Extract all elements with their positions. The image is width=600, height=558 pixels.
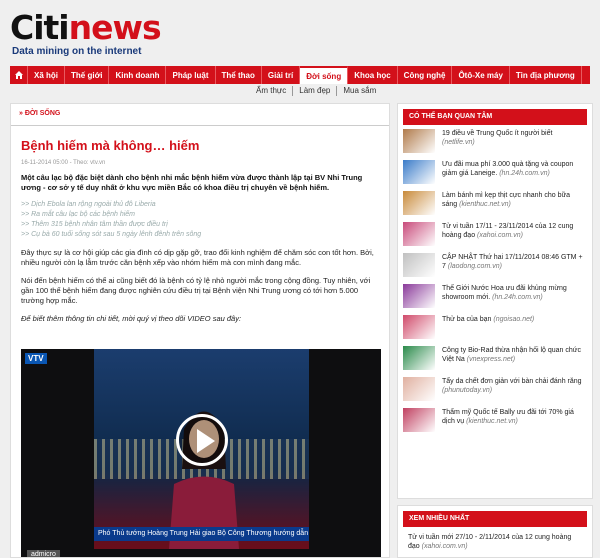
sidebar-item[interactable]: Thử ba của bạn (ngoisao.net): [403, 315, 587, 346]
sidebar-thumbnail[interactable]: [403, 222, 435, 246]
sidebar-item-text[interactable]: Thế Giới Nước Hoa ưu đãi khủng mừng show…: [442, 284, 587, 315]
sidebar-interest: CÓ THỂ BẠN QUAN TÂM 19 điều về Trung Quố…: [397, 103, 593, 499]
sidebar-item-source: (hn.24h.com.vn): [492, 294, 543, 301]
article-paragraph-1: Đây thực sự là cơ hội giúp các gia đình …: [21, 248, 374, 267]
sidebar-item-source: (ngoisao.net): [493, 316, 535, 323]
sidebar-thumbnail[interactable]: [403, 129, 435, 153]
sidebar-heading: CÓ THỂ BẠN QUAN TÂM: [403, 109, 587, 125]
news-anchor-image: [169, 411, 239, 549]
sidebar-thumbnail[interactable]: [403, 408, 435, 432]
sidebar-item-text[interactable]: Tẩy da chết đơn giản với bàn chải đánh r…: [442, 377, 587, 408]
logo-tagline: Data mining on the internet: [12, 46, 142, 57]
subnav-item[interactable]: Ẩm thực: [250, 86, 294, 96]
sidebar-item-text[interactable]: Thẩm mỹ Quốc tế Bally ưu đãi tới 70% giá…: [442, 408, 587, 439]
sidebar-item-source: (hn.24h.com.vn): [499, 170, 550, 177]
sidebar-item-text[interactable]: 19 điều về Trung Quốc ít người biết (net…: [442, 129, 587, 160]
subnav-item[interactable]: Mua sắm: [337, 86, 382, 96]
nav-item[interactable]: Pháp luật: [166, 66, 216, 84]
sidebar-item-source: (vnexpress.net): [466, 356, 516, 363]
sidebar-item-text[interactable]: Tử vi tuần 17/11 - 23/11/2014 của 12 cun…: [442, 222, 587, 253]
article-meta: 16-11-2014 05:00 - Theo: vtv.vn: [21, 160, 106, 166]
nav-item[interactable]: Khoa học: [348, 66, 398, 84]
related-link[interactable]: >> Ra mắt câu lạc bộ các bệnh hiếm: [21, 210, 379, 220]
sidebar-item-text[interactable]: Thử ba của bạn (ngoisao.net): [442, 315, 534, 346]
channel-logo: VTV: [25, 353, 47, 364]
nav-item[interactable]: Công nghệ: [398, 66, 453, 84]
sidebar-item-source: (laodong.com.vn): [447, 263, 502, 270]
sidebar-item[interactable]: 19 điều về Trung Quốc ít người biết (net…: [403, 129, 587, 160]
sidebar-item[interactable]: CẬP NHẬT Thứ hai 17/11/2014 08:46 GTM + …: [403, 253, 587, 284]
related-link[interactable]: >> Cụ bà 60 tuổi sống sót sau 5 ngày lên…: [21, 230, 379, 240]
sidebar-item-text[interactable]: Làm bánh mì kẹp thịt cực nhanh cho bữa s…: [442, 191, 587, 222]
nav-item[interactable]: Xã hội: [28, 66, 66, 84]
sidebar-most-viewed: XEM NHIỀU NHẤT Tử vi tuần mới 27/10 - 2/…: [397, 505, 593, 558]
nav-item[interactable]: Đời sống: [300, 66, 349, 84]
sidebar-list: 19 điều về Trung Quốc ít người biết (net…: [398, 125, 592, 439]
sidebar-item-title[interactable]: Thử ba của bạn: [442, 316, 491, 323]
sidebar-item-text[interactable]: Ưu đãi mua phí 3.000 quà tặng và coupon …: [442, 160, 587, 191]
sidebar-item[interactable]: Làm bánh mì kẹp thịt cực nhanh cho bữa s…: [403, 191, 587, 222]
article-paragraph-2: Nói đến bệnh hiếm có thể ai cũng biết đó…: [21, 276, 371, 305]
sidebar-thumbnail[interactable]: [403, 377, 435, 401]
article: Bệnh hiếm mà không… hiếm 16-11-2014 05:0…: [11, 126, 389, 324]
sidebar-item-source: (kienthuc.net.vn): [466, 418, 518, 425]
sidebar-item[interactable]: Ưu đãi mua phí 3.000 quà tặng và coupon …: [403, 160, 587, 191]
sidebar-item[interactable]: Tẩy da chết đơn giản với bàn chải đánh r…: [403, 377, 587, 408]
sub-nav: Ẩm thực Làm đẹp Mua sắm: [250, 86, 382, 96]
article-paragraph-3: Để biết thêm thông tin chi tiết, mời quý…: [21, 314, 242, 323]
sidebar-item-source: (xahoi.com.vn): [477, 232, 523, 239]
sidebar-item[interactable]: Thẩm mỹ Quốc tế Bally ưu đãi tới 70% giá…: [403, 408, 587, 439]
most-viewed-item[interactable]: Tử vi tuần mới 27/10 - 2/11/2014 của 12 …: [398, 527, 592, 557]
sidebar-item-title[interactable]: Tẩy da chết đơn giản với bàn chải đánh r…: [442, 378, 582, 385]
nav-item[interactable]: Tin địa phương: [510, 66, 582, 84]
article-panel: » ĐỜI SỐNG Bệnh hiếm mà không… hiếm 16-1…: [10, 103, 390, 558]
video-player[interactable]: Phó Thủ tướng Hoàng Trung Hải giao Bộ Cô…: [21, 349, 381, 557]
related-link[interactable]: >> Dịch Ebola lan rộng ngoài thủ đô Libe…: [21, 200, 379, 210]
home-icon: [14, 71, 23, 79]
sidebar-item[interactable]: Tử vi tuần 17/11 - 23/11/2014 của 12 cun…: [403, 222, 587, 253]
sidebar-item[interactable]: Thế Giới Nước Hoa ưu đãi khủng mừng show…: [403, 284, 587, 315]
logo-wordmark: Citinews: [10, 8, 162, 47]
site-logo[interactable]: Citinews Data mining on the internet: [10, 8, 190, 58]
sidebar-item-source: (kienthuc.net.vn): [459, 201, 511, 208]
sidebar-item-source: (netlife.vn): [442, 139, 475, 146]
sidebar-item[interactable]: Công ty Bio-Rad thừa nhận hối lộ quan ch…: [403, 346, 587, 377]
sidebar-thumbnail[interactable]: [403, 191, 435, 215]
article-lead: Một câu lạc bộ đặc biệt dành cho bệnh nh…: [21, 173, 363, 192]
sidebar-thumbnail[interactable]: [403, 346, 435, 370]
article-title: Bệnh hiếm mà không… hiếm: [21, 138, 200, 153]
sidebar-thumbnail[interactable]: [403, 315, 435, 339]
section-label[interactable]: » ĐỜI SỐNG: [11, 104, 389, 126]
nav-item[interactable]: Kinh doanh: [109, 66, 167, 84]
sidebar-item-text[interactable]: Công ty Bio-Rad thừa nhận hối lộ quan ch…: [442, 346, 587, 377]
nav-item[interactable]: Thể thao: [216, 66, 262, 84]
sidebar-thumbnail[interactable]: [403, 253, 435, 277]
sidebar-thumbnail[interactable]: [403, 284, 435, 308]
home-button[interactable]: [10, 66, 28, 84]
related-links: >> Dịch Ebola lan rộng ngoài thủ đô Libe…: [21, 200, 379, 240]
sidebar-item-text[interactable]: CẬP NHẬT Thứ hai 17/11/2014 08:46 GTM + …: [442, 253, 587, 284]
play-button[interactable]: [176, 414, 228, 466]
sidebar-item-title[interactable]: 19 điều về Trung Quốc ít người biết: [442, 130, 552, 137]
most-viewed-heading: XEM NHIỀU NHẤT: [403, 511, 587, 527]
nav-item[interactable]: Giải trí: [262, 66, 301, 84]
video-ticker: Phó Thủ tướng Hoàng Trung Hải giao Bộ Cô…: [94, 527, 309, 541]
nav-item[interactable]: Ôtô-Xe máy: [452, 66, 510, 84]
subnav-item[interactable]: Làm đẹp: [293, 86, 338, 96]
nav-item[interactable]: Thế giới: [65, 66, 110, 84]
sidebar-thumbnail[interactable]: [403, 160, 435, 184]
related-link[interactable]: >> Thêm 315 bệnh nhân tâm thần được điều…: [21, 220, 379, 230]
video-brand: admicro: [27, 550, 60, 557]
sidebar-item-source: (phunutoday.vn): [442, 387, 493, 394]
main-nav: Xã hội Thế giới Kinh doanh Pháp luật Thể tha…: [10, 66, 590, 84]
